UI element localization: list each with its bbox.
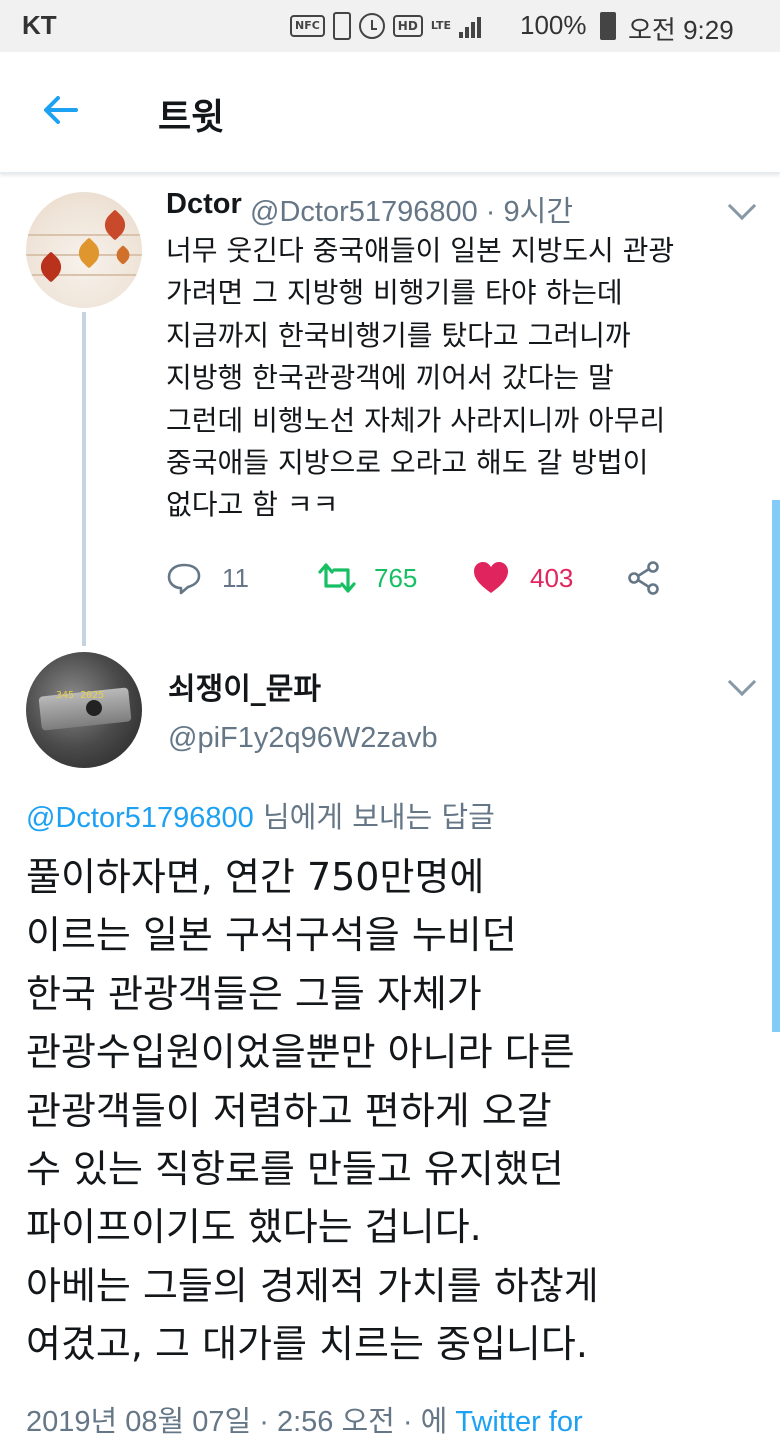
author-name[interactable]: 쇠쟁이_문파: [168, 664, 321, 708]
tweet-timestamp: 2019년 08월 07일 · 2:56 오전 · 에 Twitter for: [26, 1398, 583, 1440]
retweet-icon: [318, 563, 356, 593]
timestamp-text: 2019년 08월 07일 · 2:56 오전 · 에: [26, 1406, 456, 1438]
reply-count: 11: [222, 562, 249, 593]
carrier-label: KT: [22, 10, 57, 40]
scrollbar[interactable]: [772, 500, 780, 1032]
retweet-button[interactable]: 765: [316, 560, 417, 596]
retweet-count: 765: [374, 562, 418, 593]
author-name[interactable]: Dctor: [166, 188, 242, 221]
tweet-line: 지금까지 한국비행기를 탔다고 그러니까: [166, 318, 631, 352]
battery-percent: 100%: [520, 10, 587, 40]
tweet-line: 가려면 그 지방행 비행기를 타야 하는데: [166, 276, 623, 310]
signal-icon: [459, 14, 482, 38]
tweet-text: 풀이하자면, 연간 750만명에 이르는 일본 구석구석을 누비던 한국 관광객…: [26, 848, 766, 1374]
tweet-line: 관광수입원이었을뿐만 아니라 다른: [26, 1030, 575, 1075]
like-count: 403: [530, 562, 574, 593]
tweet-line: 이르는 일본 구석구석을 누비던: [26, 913, 517, 958]
avatar[interactable]: 345 2025: [26, 652, 142, 768]
tweet-line: 관광객들이 저렴하고 편하게 오갈: [26, 1088, 552, 1133]
chevron-down-icon[interactable]: [727, 191, 757, 221]
source-link[interactable]: Twitter for: [455, 1406, 582, 1438]
tweet-line: 지방행 한국관광객에 끼어서 갔다는 말: [166, 361, 614, 395]
status-icons: NFC HD LTE: [290, 10, 482, 42]
tweet-line: 없다고 함 ㅋㅋ: [166, 488, 339, 522]
battery-icon: [600, 12, 616, 40]
share-button[interactable]: [626, 560, 662, 596]
back-arrow-icon[interactable]: [40, 90, 80, 130]
heart-icon: [474, 562, 508, 593]
lte-icon: LTE: [430, 19, 452, 32]
status-bar: KT NFC HD LTE 100% 오전 9:29: [0, 0, 780, 52]
clock: 오전 9:29: [628, 15, 734, 45]
avatar[interactable]: [26, 192, 142, 308]
tweet-text: 너무 웃긴다 중국애들이 일본 지방도시 관광 가려면 그 지방행 비행기를 타…: [166, 230, 756, 527]
hd-voice-icon: HD: [392, 15, 423, 37]
tweet-line: 여겼고, 그 대가를 치르는 중입니다.: [26, 1322, 588, 1367]
nfc-icon: NFC: [290, 15, 325, 37]
tweet-line: 풀이하자면, 연간 750만명에: [26, 855, 485, 899]
reply-button[interactable]: 11: [166, 560, 249, 596]
tweet-line: 파이프이기도 했다는 겁니다.: [26, 1205, 482, 1250]
replying-to: @Dctor51796800 님에게 보내는 답글: [26, 794, 495, 836]
chevron-down-icon[interactable]: [727, 667, 757, 697]
thread-line: [82, 312, 86, 646]
tweet-line: 너무 웃긴다 중국애들이 일본 지방도시 관광: [166, 234, 675, 267]
replying-to-suffix: 님에게 보내는 답글: [253, 800, 495, 834]
reply-icon: [167, 563, 201, 595]
app-header: 트윗: [0, 52, 780, 174]
vibrate-icon: [332, 12, 351, 40]
author-handle: @piF1y2q96W2zavb: [168, 722, 438, 754]
tweet-line: 수 있는 직항로를 만들고 유지했던: [26, 1147, 564, 1192]
alarm-icon: [358, 13, 385, 39]
author-handle-time: @Dctor51796800 · 9시간: [250, 196, 574, 228]
tweet-line: 중국애들 지방으로 오라고 해도 갈 방법이: [166, 446, 649, 480]
page-title: 트윗: [158, 97, 225, 138]
share-icon: [628, 561, 659, 595]
tweet-line: 그런데 비행노선 자체가 사라지니까 아무리: [166, 403, 666, 437]
like-button[interactable]: 403: [472, 560, 573, 596]
tweet-line: 한국 관광객들은 그들 자체가: [26, 971, 482, 1016]
mention-link[interactable]: @Dctor51796800: [26, 802, 254, 834]
tweet-actions: 11 765 403: [166, 560, 686, 606]
tweet-line: 아베는 그들의 경제적 가치를 하찮게: [26, 1263, 599, 1308]
